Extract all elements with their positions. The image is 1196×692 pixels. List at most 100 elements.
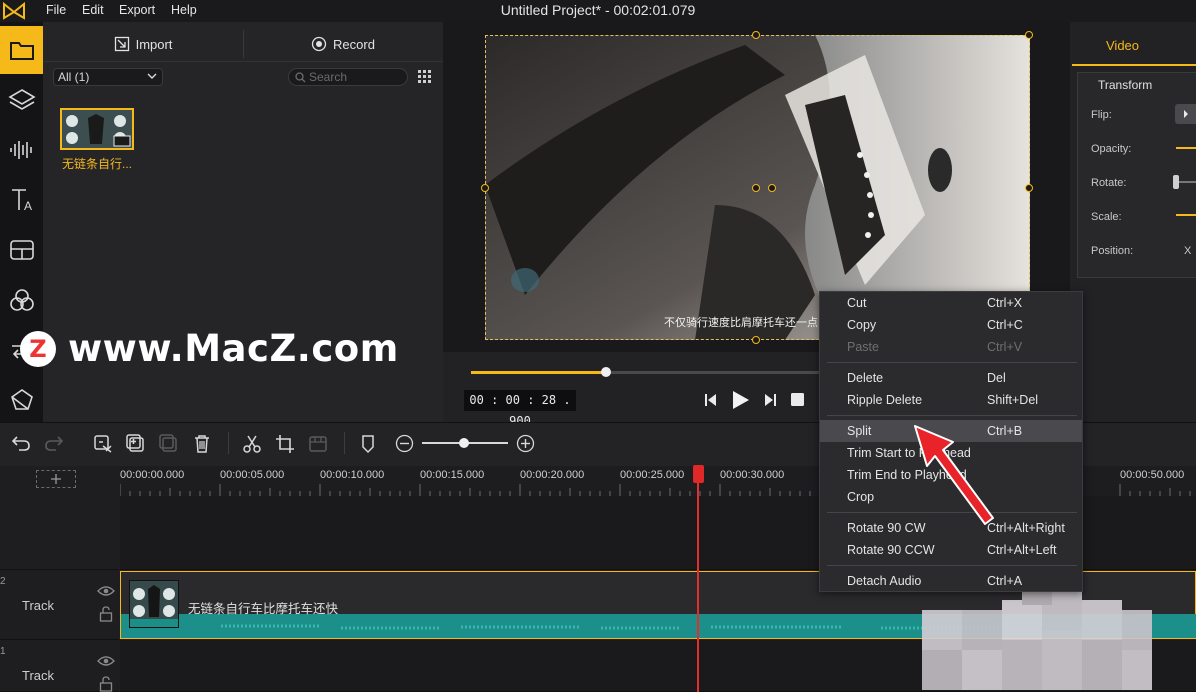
- video-thumbnail-image: [62, 110, 132, 148]
- menu-separator: [827, 415, 1077, 416]
- ruler-tick-label: 00:00:00.000: [120, 469, 185, 481]
- zoom-slider-knob[interactable]: [459, 438, 469, 448]
- playback-progress-knob[interactable]: [601, 367, 611, 377]
- playhead-line: [697, 466, 699, 692]
- template-icon: [9, 240, 34, 260]
- tool-templates[interactable]: [0, 226, 43, 274]
- divider: [228, 432, 229, 454]
- add-clip-icon[interactable]: [126, 434, 146, 454]
- record-icon: [311, 36, 327, 52]
- track-label: Track: [22, 598, 55, 613]
- media-search-input[interactable]: Search: [288, 68, 408, 86]
- divider: [344, 432, 345, 454]
- flip-button[interactable]: [1175, 104, 1196, 124]
- resize-handle[interactable]: [752, 336, 760, 344]
- menu-item-delete[interactable]: Delete Del: [820, 367, 1082, 389]
- opacity-slider[interactable]: [1176, 147, 1196, 149]
- tool-audio[interactable]: [0, 126, 43, 174]
- undo-icon[interactable]: [11, 434, 31, 452]
- delete-icon[interactable]: [192, 434, 212, 454]
- menu-item-copy[interactable]: Copy Ctrl+C: [820, 314, 1082, 336]
- duplicate-icon[interactable]: [159, 434, 179, 454]
- resize-handle[interactable]: [752, 31, 760, 39]
- record-label: Record: [333, 36, 375, 52]
- rotate-slider-knob[interactable]: [1173, 175, 1179, 189]
- filters-icon: [9, 289, 34, 311]
- resize-handle[interactable]: [1025, 31, 1033, 39]
- menu-shortcut: Ctrl+A: [987, 574, 1023, 588]
- import-button[interactable]: Import: [44, 28, 242, 60]
- media-item-thumbnail[interactable]: [60, 108, 134, 150]
- menu-label: Rotate 90 CCW: [847, 543, 935, 557]
- menu-item-cut[interactable]: Cut Ctrl+X: [820, 292, 1082, 314]
- tool-filters[interactable]: [0, 276, 43, 324]
- eye-icon[interactable]: [97, 585, 115, 597]
- menu-item-paste: Paste Ctrl+V: [820, 336, 1082, 358]
- play-icon[interactable]: [730, 390, 750, 410]
- menu-label: Ripple Delete: [847, 393, 923, 407]
- tool-layers[interactable]: [0, 76, 43, 124]
- plus-icon: [51, 474, 61, 484]
- watermark-text: www.MacZ.com: [68, 327, 399, 370]
- freeze-frame-icon[interactable]: [308, 434, 328, 454]
- tool-text[interactable]: A: [0, 176, 43, 224]
- menu-item-rotate-ccw[interactable]: Rotate 90 CCW Ctrl+Alt+Left: [820, 539, 1082, 561]
- rotate-handle[interactable]: [752, 184, 760, 192]
- menu-shortcut: Ctrl+V: [987, 340, 1023, 354]
- zoom-in-icon[interactable]: [516, 434, 535, 453]
- grid-view-icon[interactable]: [418, 70, 432, 84]
- divider: [243, 30, 244, 58]
- stop-icon[interactable]: [790, 392, 805, 407]
- lock-icon[interactable]: [99, 606, 113, 622]
- add-track-button[interactable]: [36, 470, 76, 488]
- lock-icon[interactable]: [99, 676, 113, 692]
- redo-icon[interactable]: [44, 434, 64, 452]
- eye-icon[interactable]: [97, 655, 115, 667]
- tab-video[interactable]: Video: [1106, 38, 1139, 53]
- menu-label: Paste: [847, 340, 879, 354]
- divider: [43, 61, 443, 62]
- import-label: Import: [135, 36, 173, 52]
- ruler-tick-label: 00:00:30.000: [720, 469, 785, 481]
- resize-handle[interactable]: [1025, 184, 1033, 192]
- chevron-down-icon: [147, 73, 157, 79]
- clip-thumbnail: [129, 580, 179, 628]
- tool-media[interactable]: [0, 26, 43, 74]
- split-scissors-icon[interactable]: [242, 434, 262, 454]
- step-back-icon[interactable]: [703, 392, 719, 408]
- menu-item-detach-audio[interactable]: Detach Audio Ctrl+A: [820, 570, 1082, 592]
- crop-icon[interactable]: [275, 434, 295, 454]
- track-header-empty: [0, 496, 119, 570]
- layers-icon: [7, 89, 36, 110]
- ruler-tick-label: 00:00:05.000: [220, 469, 285, 481]
- waveform-icon: [9, 141, 32, 159]
- annotation-arrow-icon: [914, 425, 994, 525]
- video-subtitle: 不仅骑行速度比肩摩托车还一点: [664, 317, 818, 329]
- menu-item-ripple-delete[interactable]: Ripple Delete Shift+Del: [820, 389, 1082, 411]
- marker-icon[interactable]: [360, 434, 376, 454]
- watermark: Z www.MacZ.com: [20, 327, 399, 370]
- scale-slider[interactable]: [1176, 214, 1196, 216]
- flip-icon: [1184, 110, 1188, 118]
- media-filter-dropdown[interactable]: All (1): [53, 68, 163, 86]
- record-button[interactable]: Record: [245, 28, 441, 60]
- zoom-out-icon[interactable]: [395, 434, 414, 453]
- ruler-tick-label: 00:00:15.000: [420, 469, 485, 481]
- menu-shortcut: Ctrl+Alt+Left: [987, 543, 1057, 557]
- ruler-tick-label: 00:00:50.000: [1120, 469, 1185, 481]
- resize-handle[interactable]: [481, 184, 489, 192]
- menu-shortcut: Ctrl+X: [987, 296, 1023, 310]
- rotate-slider[interactable]: [1176, 181, 1196, 183]
- position-label: Position:: [1091, 245, 1134, 257]
- tool-elements[interactable]: [0, 376, 43, 424]
- edit-clip-icon[interactable]: [93, 434, 113, 454]
- elements-icon: [10, 389, 33, 410]
- step-forward-icon[interactable]: [762, 392, 778, 408]
- playhead-handle[interactable]: [693, 465, 704, 483]
- menu-label: Detach Audio: [847, 574, 922, 588]
- rotate-handle[interactable]: [768, 184, 776, 192]
- scale-label: Scale:: [1091, 211, 1122, 223]
- folder-icon: [9, 42, 34, 60]
- ruler-tick-label: 00:00:10.000: [320, 469, 385, 481]
- menu-separator: [827, 565, 1077, 566]
